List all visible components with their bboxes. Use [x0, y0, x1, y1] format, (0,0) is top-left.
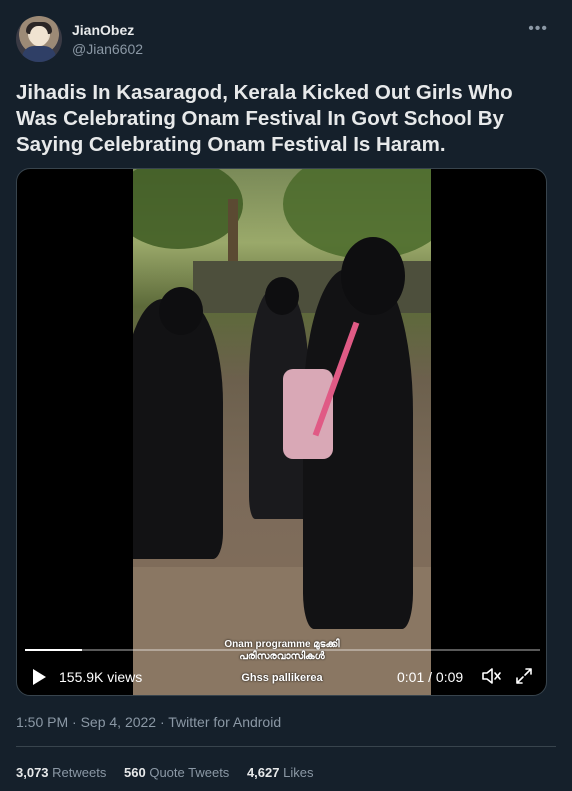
tweet-text: Jihadis In Kasaragod, Kerala Kicked Out … — [16, 81, 513, 156]
video-caption-line-3: Ghss pallikerea — [241, 672, 323, 684]
divider — [16, 746, 556, 747]
avatar[interactable] — [16, 16, 62, 62]
retweets-stat[interactable]: 3,073 Retweets — [16, 765, 106, 780]
video-player[interactable]: Onam programme മുടക്കി പരിസരവാസികൾ Ghss … — [16, 168, 547, 696]
likes-count: 4,627 — [246, 765, 280, 780]
play-icon[interactable] — [33, 669, 46, 685]
retweets-count: 3,073 — [16, 765, 49, 780]
quote-tweets-count: 560 — [124, 765, 146, 780]
video-time: 0:01 / 0:09 — [397, 669, 464, 685]
quote-tweets-stat[interactable]: 560 Quote Tweets — [124, 765, 229, 780]
tweet: JianObez @Jian6602 ••• Jihadis In Kasara… — [0, 0, 572, 791]
author-handle[interactable]: @Jian6602 — [72, 41, 143, 57]
video-views: 155.9K views — [59, 669, 143, 685]
more-horizontal-icon[interactable]: ••• — [528, 20, 548, 38]
video-progress-fill — [25, 649, 82, 651]
author-name[interactable]: JianObez — [72, 22, 134, 38]
tweet-stats: 3,073 Retweets 560 Quote Tweets 4,627 Li… — [16, 765, 327, 780]
avatar-face — [30, 26, 48, 46]
likes-stat[interactable]: 4,627 Likes — [247, 765, 314, 780]
volume-icon[interactable] — [481, 666, 503, 686]
fullscreen-icon[interactable] — [514, 666, 534, 686]
video-frame — [133, 169, 431, 695]
avatar-shirt — [22, 46, 56, 62]
likes-label: Likes — [283, 765, 314, 780]
retweets-label: Retweets — [52, 765, 107, 780]
quote-tweets-label: Quote Tweets — [149, 765, 230, 780]
video-caption-line-2: പരിസരവാസികൾ — [239, 651, 325, 662]
video-progress-bar[interactable] — [25, 649, 540, 651]
tweet-timestamp[interactable]: 1:50 PM · Sep 4, 2022 · Twitter for Andr… — [16, 714, 281, 730]
